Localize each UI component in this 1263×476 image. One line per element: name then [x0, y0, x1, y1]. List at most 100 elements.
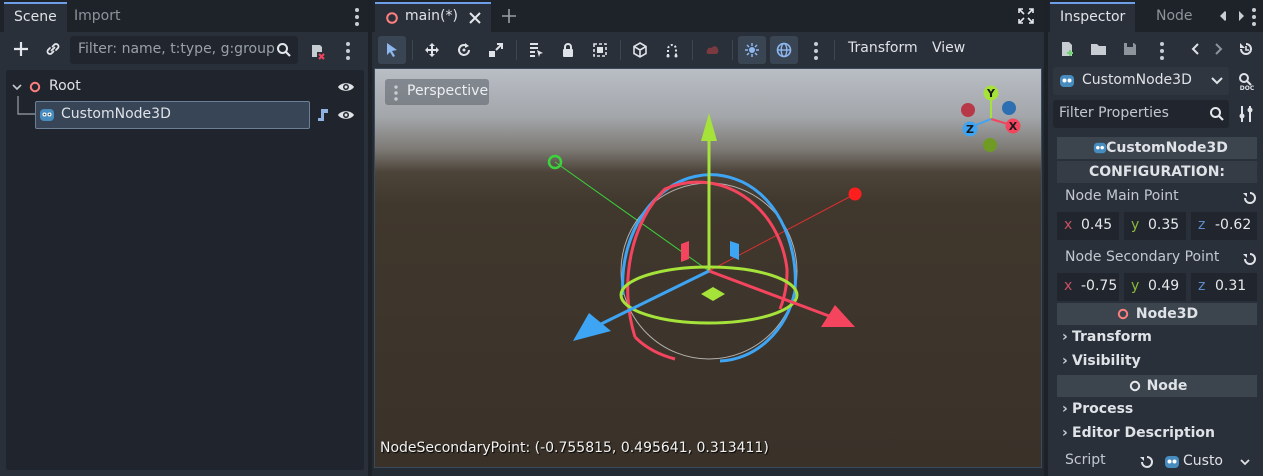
tab-node[interactable]: Node [1146, 2, 1203, 32]
configuration-label: CONFIGURATION: [1088, 164, 1226, 180]
new-resource-icon[interactable] [1059, 41, 1075, 57]
toolbar-separator [620, 40, 621, 60]
main-point-z-value: -0.62 [1215, 217, 1252, 233]
inspector-dock-tabs: Inspector Node [1048, 0, 1263, 32]
distraction-free-icon[interactable] [1018, 8, 1034, 24]
group-button[interactable] [586, 36, 614, 64]
editor-main: main(*) Transform View Perspective Y X Z… [372, 0, 1044, 476]
tab-import[interactable]: Import [64, 2, 130, 32]
scene-menu-icon[interactable] [346, 42, 350, 60]
z-arrow-head [573, 313, 611, 341]
arrows-right-icon[interactable] [1234, 10, 1246, 22]
group-editor-description[interactable]: › Editor Description [1062, 425, 1215, 441]
tab-inspector[interactable]: Inspector [1050, 2, 1136, 32]
reset-icon[interactable] [1242, 251, 1258, 267]
rotate-mode-button[interactable] [450, 36, 478, 64]
tree-row-root[interactable]: Root [6, 74, 364, 100]
lock-button[interactable] [554, 36, 582, 64]
view-menu[interactable]: View [932, 40, 965, 56]
scale-mode-button[interactable] [482, 36, 510, 64]
inspector-dock-menu-icon[interactable] [1252, 8, 1256, 26]
main-point-z-field[interactable]: z -0.62 [1191, 212, 1257, 240]
viewport-options-icon[interactable] [814, 42, 818, 60]
reset-icon[interactable] [1242, 190, 1258, 206]
xy-plane-handle [681, 241, 689, 262]
history-icon[interactable] [1238, 41, 1254, 57]
secondary-point-handle [848, 187, 862, 201]
xz-plane-handle [701, 287, 725, 301]
arrows-icon[interactable] [1219, 10, 1231, 22]
script-resource-picker[interactable]: Custo [1160, 450, 1258, 474]
cursor-icon [387, 43, 397, 57]
tab-scene[interactable]: Scene [4, 2, 67, 32]
gizmo-z-label: Z [966, 123, 974, 136]
eye-icon[interactable] [337, 80, 355, 94]
group-editor-description-label: Editor Description [1072, 425, 1216, 441]
y-axis-label: y [1131, 217, 1140, 233]
neg-z-handle [1002, 101, 1016, 115]
dock-menu-icon[interactable] [355, 8, 359, 26]
main-point-x-value: 0.45 [1081, 217, 1113, 233]
add-node-button[interactable] [10, 38, 32, 60]
node3d-circle-icon [1117, 308, 1129, 320]
open-docs-icon[interactable]: DOC [1237, 71, 1257, 91]
godot-node-icon [1060, 75, 1074, 87]
resource-menu-icon[interactable] [1160, 42, 1164, 60]
tab-main[interactable]: main(*) [375, 2, 491, 32]
toolbar-separator [516, 40, 517, 60]
class-header-label: CustomNode3D [1106, 140, 1228, 156]
filter-properties-input[interactable]: Filter Properties [1053, 100, 1229, 128]
snap-button[interactable] [658, 36, 686, 64]
save-icon[interactable] [1122, 41, 1138, 57]
rotate-icon [458, 43, 470, 56]
transform-gizmo[interactable] [375, 69, 1042, 468]
toggle-sun-button[interactable] [738, 36, 766, 64]
list-selectable-button[interactable] [522, 36, 550, 64]
z-axis-label: z [1198, 217, 1206, 233]
main-point-y-field[interactable]: y 0.35 [1124, 212, 1186, 240]
toolbar-separator [412, 40, 413, 60]
group-process[interactable]: › Process [1062, 401, 1133, 417]
perspective-label: Perspective [407, 83, 489, 99]
group-transform[interactable]: › Transform [1062, 329, 1152, 345]
select-mode-button[interactable] [378, 36, 406, 64]
secondary-point-x-field[interactable]: x -0.75 [1057, 273, 1119, 301]
toggle-environment-button[interactable] [770, 36, 798, 64]
instance-scene-button[interactable] [42, 38, 64, 60]
search-icon [1210, 107, 1224, 121]
history-forward-icon[interactable] [1214, 43, 1224, 55]
view-orientation-gizmo[interactable]: Y X Z [955, 83, 1027, 155]
main-point-y-value: 0.35 [1148, 217, 1180, 233]
perspective-menu-icon [394, 85, 398, 101]
godot-editor: Scene Import Filter: name, t:type, g:gro… [0, 0, 1263, 476]
preview-sun-button[interactable] [698, 36, 726, 64]
scene-filter-placeholder: Filter: name, t:type, g:group [78, 41, 275, 57]
attach-script-button[interactable] [306, 40, 328, 62]
close-icon[interactable] [469, 12, 481, 24]
lock-icon [563, 43, 573, 57]
scene-filter-input[interactable]: Filter: name, t:type, g:group [70, 36, 298, 64]
group-visibility-label: Visibility [1072, 353, 1141, 369]
group-visibility[interactable]: › Visibility [1062, 353, 1141, 369]
move-mode-button[interactable] [418, 36, 446, 64]
secondary-point-y-field[interactable]: y 0.49 [1124, 273, 1186, 301]
reset-icon[interactable] [1139, 454, 1155, 470]
neg-x-handle [961, 103, 975, 117]
script-icon[interactable] [315, 107, 331, 123]
node-circle-icon [386, 12, 398, 24]
eye-icon[interactable] [337, 108, 355, 122]
folder-open-icon[interactable] [1090, 41, 1108, 57]
secondary-point-z-field[interactable]: z 0.31 [1191, 273, 1257, 301]
perspective-menu-button[interactable]: Perspective [385, 79, 489, 105]
tools-icon[interactable] [1238, 105, 1254, 123]
chevron-down-icon[interactable] [12, 82, 22, 92]
use-local-space-button[interactable] [626, 36, 654, 64]
object-selector[interactable]: CustomNode3D [1053, 67, 1229, 95]
new-tab-plus-icon[interactable] [502, 9, 516, 23]
main-point-x-field[interactable]: x 0.45 [1057, 212, 1119, 240]
3d-viewport[interactable]: Perspective Y X Z NodeSecondaryPoint: (-… [374, 68, 1042, 468]
history-back-icon[interactable] [1190, 43, 1200, 55]
secondary-point-y-value: 0.49 [1148, 278, 1180, 294]
godot-node-icon [1093, 142, 1107, 154]
transform-menu[interactable]: Transform [848, 40, 918, 56]
